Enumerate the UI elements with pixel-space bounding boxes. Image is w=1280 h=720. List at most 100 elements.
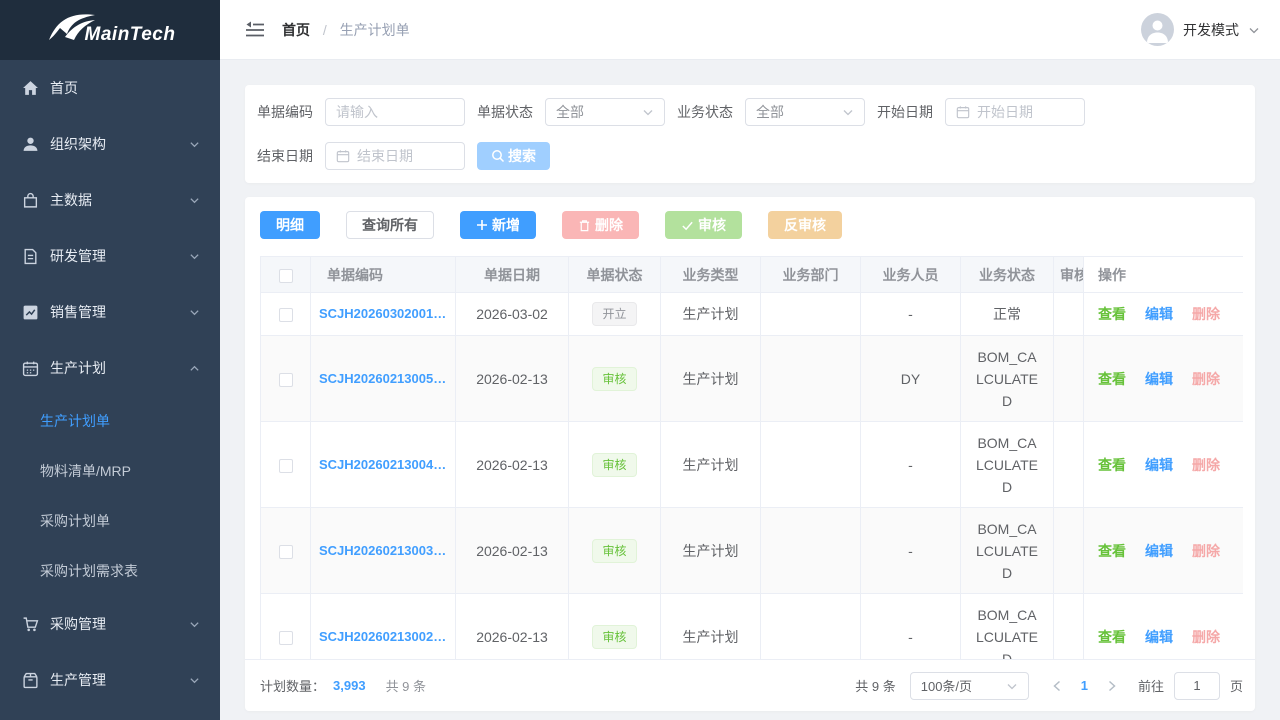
- view-link[interactable]: 查看: [1098, 629, 1126, 645]
- view-link[interactable]: 查看: [1098, 371, 1126, 387]
- row-operations: 查看 编辑 删除: [1084, 508, 1244, 594]
- unaudit-button[interactable]: 反审核: [768, 211, 842, 239]
- start-date-picker[interactable]: 开始日期: [945, 98, 1085, 126]
- row-checkbox[interactable]: [279, 631, 293, 645]
- query-all-button[interactable]: 查询所有: [346, 211, 434, 239]
- user-icon: [22, 136, 39, 153]
- biz-person-cell: -: [861, 422, 961, 508]
- filter-doc-code-label: 单据编码: [257, 102, 313, 122]
- delete-link[interactable]: 删除: [1192, 629, 1220, 645]
- add-button[interactable]: 新增: [460, 211, 536, 239]
- goto-page-input[interactable]: [1174, 672, 1220, 700]
- biz-status-cell: BOM_CALCULATED: [961, 594, 1054, 660]
- sidebar-item-masterdata[interactable]: 主数据: [0, 172, 220, 228]
- col-audit: 审核: [1054, 257, 1084, 293]
- doc-code-link[interactable]: SCJH20260213004…: [319, 454, 451, 476]
- doc-status-tag: 审核: [592, 453, 636, 477]
- row-checkbox[interactable]: [279, 308, 293, 322]
- doc-status-select[interactable]: 全部: [545, 98, 665, 126]
- table-row: SCJH20260213005… 2026-02-13 审核 生产计划 DY B…: [261, 336, 1244, 422]
- doc-date-cell: 2026-02-13: [456, 594, 569, 660]
- row-checkbox[interactable]: [279, 545, 293, 559]
- delete-button[interactable]: 删除: [562, 211, 639, 239]
- view-link[interactable]: 查看: [1098, 306, 1126, 322]
- page-suffix-label: 页: [1230, 676, 1243, 695]
- table-row: SCJH20260213002… 2026-02-13 审核 生产计划 - BO…: [261, 594, 1244, 660]
- biz-dept-cell: [761, 336, 861, 422]
- doc-code-link[interactable]: SCJH20260302001…: [319, 303, 451, 325]
- pagination: 共 9 条 100条/页 1 前往: [855, 672, 1243, 700]
- search-button[interactable]: 搜索: [477, 142, 550, 170]
- biz-type-cell: 生产计划: [661, 594, 761, 660]
- page-number-current[interactable]: 1: [1081, 678, 1088, 693]
- edit-link[interactable]: 编辑: [1145, 543, 1173, 559]
- biz-dept-cell: [761, 594, 861, 660]
- audit-button[interactable]: 审核: [665, 211, 742, 239]
- row-checkbox[interactable]: [279, 373, 293, 387]
- edit-link[interactable]: 编辑: [1145, 457, 1173, 473]
- row-operations: 查看 编辑 删除: [1084, 336, 1244, 422]
- biz-status-cell: BOM_CALCULATED: [961, 336, 1054, 422]
- collapse-sidebar-icon[interactable]: [244, 19, 266, 41]
- breadcrumb-home[interactable]: 首页: [282, 22, 310, 38]
- biz-person-cell: -: [861, 508, 961, 594]
- sidebar-subitem-purchase-plan-order[interactable]: 采购计划单: [0, 496, 220, 546]
- delete-link[interactable]: 删除: [1192, 371, 1220, 387]
- end-date-picker[interactable]: 结束日期: [325, 142, 465, 170]
- table-panel: 明细 查询所有 新增 删除 审核 反审核: [245, 197, 1255, 711]
- chevron-up-icon: [189, 363, 200, 374]
- sidebar-subitem-purchase-plan-demand[interactable]: 采购计划需求表: [0, 546, 220, 596]
- sidebar-subitem-production-plan-order[interactable]: 生产计划单: [0, 396, 220, 446]
- doc-code-input[interactable]: [336, 104, 454, 120]
- edit-link[interactable]: 编辑: [1145, 629, 1173, 645]
- doc-code-link[interactable]: SCJH20260213005…: [319, 368, 451, 390]
- row-operations: 查看 编辑 删除: [1084, 594, 1244, 660]
- delete-link[interactable]: 删除: [1192, 543, 1220, 559]
- cart-icon: [22, 616, 39, 633]
- sidebar-item-org[interactable]: 组织架构: [0, 116, 220, 172]
- delete-link[interactable]: 删除: [1192, 457, 1220, 473]
- sidebar-item-purchase[interactable]: 采购管理: [0, 596, 220, 652]
- detail-button[interactable]: 明细: [260, 211, 320, 239]
- sidebar-item-production-plan[interactable]: 生产计划: [0, 340, 220, 396]
- search-icon: [491, 149, 505, 163]
- view-link[interactable]: 查看: [1098, 543, 1126, 559]
- doc-date-cell: 2026-03-02: [456, 293, 569, 336]
- edit-link[interactable]: 编辑: [1145, 371, 1173, 387]
- user-menu[interactable]: 开发模式: [1141, 13, 1260, 46]
- edit-link[interactable]: 编辑: [1145, 306, 1173, 322]
- biz-status-cell: BOM_CALCULATED: [961, 508, 1054, 594]
- table-footer: 计划数量： 3,993 共 9 条 共 9 条 100条/页 1: [245, 659, 1255, 711]
- header-checkbox-cell: [261, 257, 311, 293]
- next-page-button[interactable]: [1100, 672, 1124, 700]
- sidebar-item-rnd[interactable]: 研发管理: [0, 228, 220, 284]
- user-avatar-icon: [1141, 13, 1174, 46]
- page-size-select[interactable]: 100条/页: [910, 672, 1029, 700]
- breadcrumb: 首页 / 生产计划单: [282, 20, 410, 40]
- app-window: MainTech 首页 组织架构 主数据 研发管理: [0, 0, 1280, 720]
- chart-icon: [22, 304, 39, 321]
- page-content: 单据编码 单据状态 全部 业务状态 全部: [220, 60, 1280, 720]
- prev-page-button[interactable]: [1045, 672, 1069, 700]
- audit-cell: [1054, 336, 1084, 422]
- biz-status-select[interactable]: 全部: [745, 98, 865, 126]
- doc-code-link[interactable]: SCJH20260213003…: [319, 540, 451, 562]
- select-all-checkbox[interactable]: [279, 269, 293, 283]
- biz-type-cell: 生产计划: [661, 336, 761, 422]
- chevron-down-icon: [189, 619, 200, 630]
- delete-link[interactable]: 删除: [1192, 306, 1220, 322]
- filter-start-date-label: 开始日期: [877, 102, 933, 122]
- view-link[interactable]: 查看: [1098, 457, 1126, 473]
- plan-count-label: 计划数量：: [260, 676, 325, 695]
- sidebar-item-manufacturing[interactable]: 生产管理: [0, 652, 220, 708]
- check-icon: [681, 219, 694, 232]
- row-checkbox[interactable]: [279, 459, 293, 473]
- filter-doc-status-label: 单据状态: [477, 102, 533, 122]
- sidebar-item-sales[interactable]: 销售管理: [0, 284, 220, 340]
- col-operations: 操作: [1084, 257, 1244, 293]
- doc-code-link[interactable]: SCJH20260213002…: [319, 626, 451, 648]
- sidebar-item-home[interactable]: 首页: [0, 60, 220, 116]
- calendar-icon: [956, 105, 970, 119]
- sidebar-subitem-bom-mrp[interactable]: 物料清单/MRP: [0, 446, 220, 496]
- doc-status-tag: 审核: [592, 539, 636, 563]
